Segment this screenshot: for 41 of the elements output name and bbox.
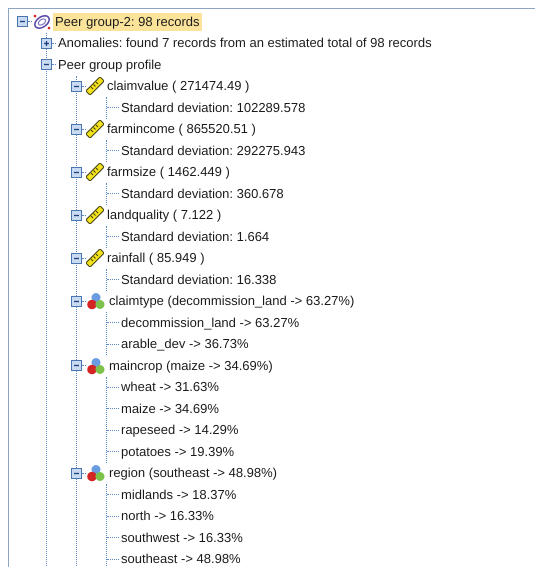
collapse-icon[interactable] <box>71 124 82 135</box>
collapse-icon[interactable] <box>71 296 82 307</box>
tree-item-label[interactable]: Peer group-2: 98 records <box>53 12 202 31</box>
three-circles-icon <box>86 292 106 310</box>
tree-item-label[interactable]: claimtype (decommission_land -> 63.27%) <box>107 292 356 310</box>
tree-item-label[interactable]: farmincome ( 865520.51 ) <box>105 120 258 138</box>
tree-item-label[interactable]: potatoes -> 19.39% <box>119 442 236 461</box>
tree-item-label[interactable]: Standard deviation: 360.678 <box>119 184 286 203</box>
tree-item-label[interactable]: Peer group profile <box>56 56 164 74</box>
collapse-icon[interactable] <box>71 166 82 178</box>
tree-item-label[interactable]: maize -> 34.69% <box>119 400 221 418</box>
tree-item-label[interactable]: landquality ( 7.122 ) <box>105 206 224 224</box>
tree-item-label[interactable]: Standard deviation: 16.338 <box>119 270 278 289</box>
collapse-icon[interactable] <box>71 360 82 372</box>
tree-item-label[interactable]: southwest -> 16.33% <box>119 528 245 547</box>
expand-icon[interactable] <box>41 38 52 49</box>
tree-item-label[interactable]: rainfall ( 85.949 ) <box>105 249 207 268</box>
collapse-icon[interactable] <box>71 210 82 221</box>
tree-item-label[interactable]: Anomalies: found 7 records from an estimated total of 98 records <box>56 34 434 52</box>
three-circles-icon <box>86 464 106 482</box>
collapse-icon[interactable] <box>17 16 28 28</box>
collapse-icon[interactable] <box>71 80 82 92</box>
tree-item-label[interactable]: region (southeast -> 48.98%) <box>107 464 280 482</box>
tree-item-label[interactable]: arable_dev -> 36.73% <box>119 335 251 354</box>
swirl-icon <box>32 12 52 31</box>
collapse-icon[interactable] <box>71 252 82 264</box>
tree-item-label[interactable]: rapeseed -> 14.29% <box>119 421 240 440</box>
three-circles-icon <box>86 356 106 375</box>
tree-item-label[interactable]: Standard deviation: 292275.943 <box>119 142 308 160</box>
tree-item-label[interactable]: Standard deviation: 1.664 <box>119 228 272 246</box>
collapse-icon[interactable] <box>41 59 52 70</box>
tree-item-label[interactable]: midlands -> 18.37% <box>119 486 238 504</box>
tree-item-label[interactable]: Standard deviation: 102289.578 <box>119 98 308 117</box>
tree-item-label[interactable]: maincrop (maize -> 34.69%) <box>107 356 275 375</box>
tree-item-label[interactable]: claimvalue ( 271474.49 ) <box>105 77 252 96</box>
tree-item-label[interactable]: wheat -> 31.63% <box>119 378 221 396</box>
tree-item-label[interactable]: southeast -> 48.98% <box>119 550 243 567</box>
collapse-icon[interactable] <box>71 468 82 479</box>
tree-item-label[interactable]: north -> 16.33% <box>119 507 216 526</box>
tree-item-label[interactable]: farmsize ( 1462.449 ) <box>105 163 232 182</box>
tree-item-label[interactable]: decommission_land -> 63.27% <box>119 314 302 332</box>
